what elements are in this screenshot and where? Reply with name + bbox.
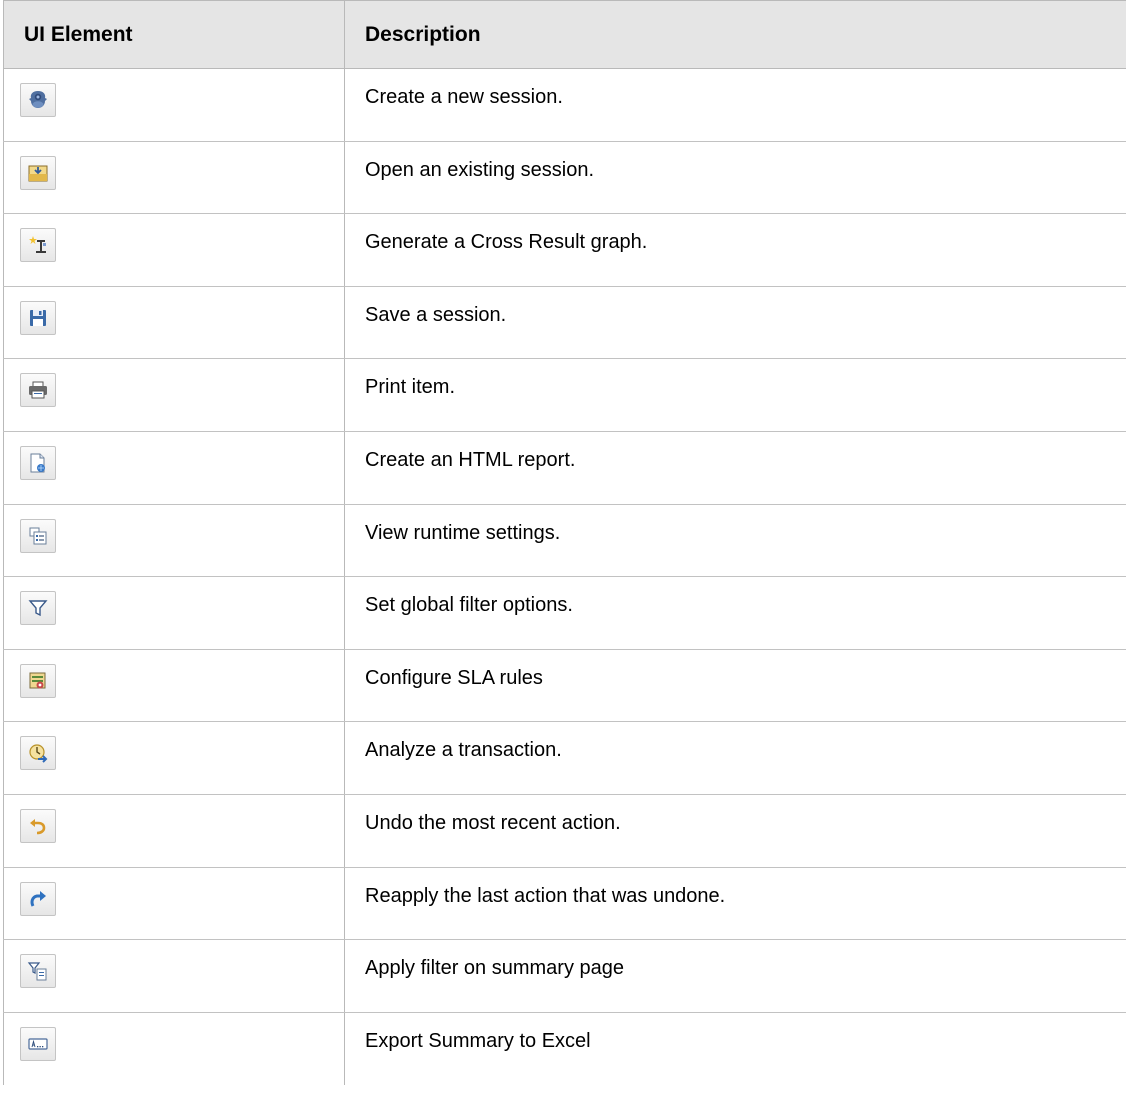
icon-cell — [3, 358, 345, 432]
table-row: Generate a Cross Result graph. — [3, 213, 1126, 287]
row-description: Reapply the last action that was undone. — [344, 867, 1126, 941]
icon-cell — [3, 794, 345, 868]
row-description: Configure SLA rules — [344, 649, 1126, 723]
html-report-icon — [30, 453, 45, 473]
export-excel-button[interactable] — [20, 1026, 56, 1061]
table-row: Undo the most recent action. — [3, 794, 1126, 868]
icon-cell — [3, 1012, 345, 1085]
undo-icon — [30, 818, 46, 835]
cross-result-graph-button[interactable] — [20, 228, 56, 263]
row-description: Open an existing session. — [344, 141, 1126, 215]
row-description: Generate a Cross Result graph. — [344, 213, 1126, 287]
table-row: View runtime settings. — [3, 504, 1126, 578]
open-session-icon — [28, 165, 48, 182]
icon-cell — [3, 141, 345, 215]
runtime-settings-button[interactable] — [20, 518, 56, 553]
table-row: Set global filter options. — [3, 576, 1126, 650]
export-excel-icon — [28, 1038, 48, 1050]
ui-elements-table: UI Element Description Create a new sess… — [3, 0, 1126, 1085]
table-row: Export Summary to Excel — [3, 1012, 1126, 1085]
cross-result-graph-icon — [29, 236, 46, 254]
html-report-button[interactable] — [20, 445, 56, 480]
icon-cell — [3, 867, 345, 941]
print-icon — [29, 381, 47, 399]
row-description: Analyze a transaction. — [344, 721, 1126, 795]
icon-cell — [3, 286, 345, 360]
table-header-row: UI Element Description — [3, 0, 1126, 69]
save-icon — [30, 309, 46, 326]
filter-icon — [28, 600, 48, 617]
icon-cell — [3, 431, 345, 505]
sla-rules-button[interactable] — [20, 663, 56, 698]
row-description: Create a new session. — [344, 68, 1126, 142]
new-session-button[interactable] — [20, 83, 56, 117]
table-row: Create a new session. — [3, 68, 1126, 142]
summary-filter-icon — [27, 962, 47, 981]
icon-cell — [3, 721, 345, 795]
row-description: Create an HTML report. — [344, 431, 1126, 505]
icon-cell — [3, 576, 345, 650]
row-description: Undo the most recent action. — [344, 794, 1126, 868]
row-description: View runtime settings. — [344, 504, 1126, 578]
redo-icon — [30, 890, 46, 907]
row-description: Save a session. — [344, 286, 1126, 360]
table-row: Configure SLA rules — [3, 649, 1126, 723]
sla-rules-icon — [29, 672, 46, 689]
runtime-settings-icon — [29, 527, 47, 545]
table-row: Print item. — [3, 358, 1126, 432]
row-description: Apply filter on summary page — [344, 939, 1126, 1013]
row-description: Set global filter options. — [344, 576, 1126, 650]
undo-button[interactable] — [20, 808, 56, 843]
summary-filter-button[interactable] — [20, 954, 56, 989]
table-row: Reapply the last action that was undone. — [3, 867, 1126, 941]
new-session-icon — [29, 91, 47, 108]
print-button[interactable] — [20, 373, 56, 408]
icon-cell — [3, 649, 345, 723]
row-description: Print item. — [344, 358, 1126, 432]
table-row: Open an existing session. — [3, 141, 1126, 215]
analyze-transaction-button[interactable] — [20, 736, 56, 771]
open-session-button[interactable] — [20, 155, 56, 190]
table-row: Analyze a transaction. — [3, 721, 1126, 795]
icon-cell — [3, 939, 345, 1013]
icon-cell — [3, 68, 345, 142]
table-row: Apply filter on summary page — [3, 939, 1126, 1013]
redo-button[interactable] — [20, 881, 56, 916]
header-ui-element: UI Element — [3, 0, 345, 69]
table-row: Create an HTML report. — [3, 431, 1126, 505]
row-description: Export Summary to Excel — [344, 1012, 1126, 1085]
analyze-transaction-icon — [29, 744, 48, 764]
save-button[interactable] — [20, 300, 56, 335]
icon-cell — [3, 504, 345, 578]
icon-cell — [3, 213, 345, 287]
table-row: Save a session. — [3, 286, 1126, 360]
filter-button[interactable] — [20, 591, 56, 626]
header-description: Description — [344, 0, 1126, 69]
